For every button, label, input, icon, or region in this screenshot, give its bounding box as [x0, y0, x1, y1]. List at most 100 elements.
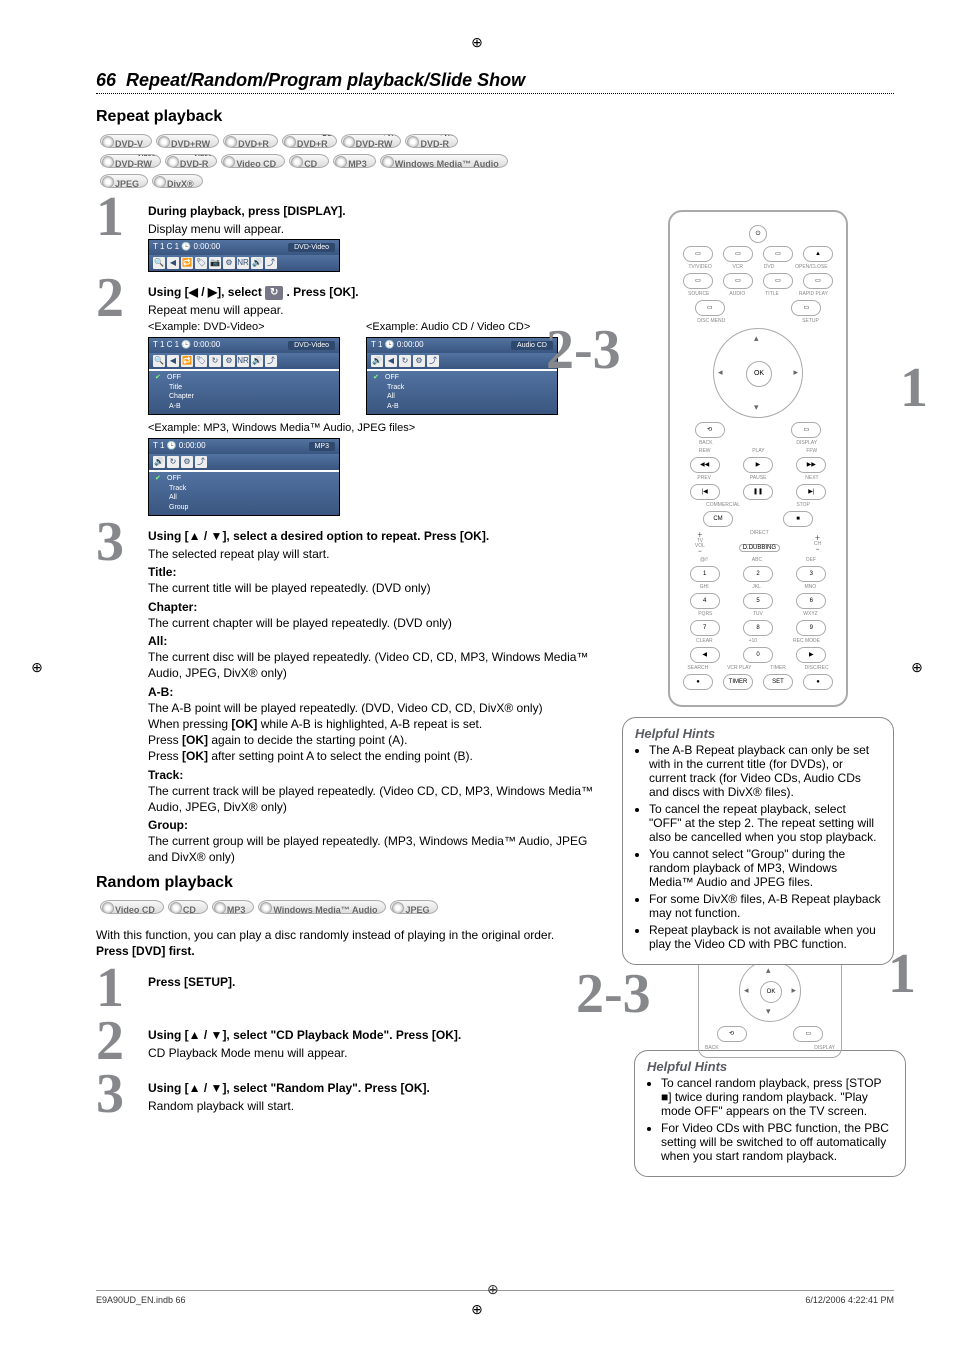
osd-menu-item: Title	[169, 383, 335, 393]
repeat-icon: ↻	[265, 286, 283, 300]
page-title: 66 Repeat/Random/Program playback/Slide …	[96, 70, 894, 91]
hint-item: Repeat playback is not available when yo…	[649, 923, 881, 951]
step-1-sub: Display menu will appear.	[148, 221, 606, 237]
num-button[interactable]: 4	[690, 593, 720, 609]
osd-menu-item: ✔OFF	[387, 373, 553, 383]
hint-item: For some DivX® files, A-B Repeat playbac…	[649, 892, 881, 920]
random-step-3-lead: Using [▲ / ▼], select "Random Play". Pre…	[148, 1080, 616, 1096]
page-footer: E9A90UD_EN.indb 66 ⊕ 6/12/2006 4:22:41 P…	[96, 1290, 894, 1305]
helpful-hints-2: Helpful Hints To cancel random playback,…	[634, 1050, 906, 1177]
osd-icon: ⚙	[223, 257, 235, 269]
step-1-number: 1	[96, 191, 144, 244]
osd-icon: 🔊	[251, 257, 263, 269]
format-badge: JPEG	[100, 174, 148, 188]
num-button[interactable]: 5	[743, 593, 773, 609]
page-number: 66	[96, 70, 116, 90]
step-2-sub: Repeat menu will appear.	[148, 302, 606, 318]
format-badge: DVD-R+VR	[405, 134, 458, 148]
num-button[interactable]: 2	[743, 566, 773, 582]
dpad-small[interactable]: ▴ ▾ ◂ ▸ OK	[739, 960, 801, 1022]
osd-menu-item: Track	[169, 484, 335, 494]
step-3-number: 3	[96, 516, 144, 569]
remote-diagram-large: ⏻ ▭▭▭▲ TV/VIDEO VCR DVD OPEN/CLOSE ▭▭▭▭ …	[668, 210, 848, 707]
format-badge: CD	[289, 154, 329, 168]
format-badge: Windows Media™ Audio	[258, 900, 386, 914]
format-badge: Video CD	[100, 900, 164, 914]
page-heading-text: Repeat/Random/Program playback/Slide Sho…	[126, 70, 525, 90]
osd-icon: ⤴	[265, 257, 277, 269]
hint-item: For Video CDs with PBC function, the PBC…	[661, 1121, 893, 1163]
num-button[interactable]: 3	[796, 566, 826, 582]
step-3-sub: The selected repeat play will start.	[148, 546, 606, 562]
press-dvd-first: Press [DVD] first.	[96, 944, 616, 958]
footer-left: E9A90UD_EN.indb 66	[96, 1295, 186, 1305]
hint-item: The A-B Repeat playback can only be set …	[649, 743, 881, 799]
format-badge: Video CD	[221, 154, 285, 168]
format-badge: DVD-RWVideo	[100, 154, 161, 168]
format-badge: DVD-RW+VR	[341, 134, 402, 148]
osd-caption-files: <Example: MP3, Windows Media™ Audio, JPE…	[148, 421, 606, 436]
ok-button[interactable]: OK	[746, 361, 772, 387]
osd-icon: 🏷	[195, 257, 207, 269]
format-badge: DVD+RW	[156, 134, 219, 148]
dpad-large[interactable]: ▴ ▾ ◂ ▸ OK	[713, 328, 803, 418]
osd-dvd-simple-status: T 1 C 1 🕒 0:00:00	[153, 242, 220, 253]
random-step-2-lead: Using [▲ / ▼], select "CD Playback Mode"…	[148, 1027, 616, 1043]
osd-icon: 📷	[209, 257, 221, 269]
random-step-2-number: 2	[96, 1015, 144, 1068]
footer-reg-mark: ⊕	[487, 1281, 499, 1298]
helpful-hints-1: Helpful Hints The A-B Repeat playback ca…	[622, 717, 894, 965]
osd-icon: ◀	[167, 257, 179, 269]
osd-caption-cd: <Example: Audio CD / Video CD>	[366, 320, 558, 335]
osd-icon: 🔍	[153, 257, 165, 269]
hint-item: You cannot select "Group" during the ran…	[649, 847, 881, 889]
osd-icon: NR	[237, 257, 249, 269]
format-badge: DVD-V	[100, 134, 152, 148]
osd-menu-item: ✔OFF	[169, 474, 335, 484]
step-1-lead: During playback, press [DISPLAY].	[148, 203, 606, 219]
callout-2-3-top: 2-3	[546, 318, 621, 382]
osd-caption-dvd: <Example: DVD-Video>	[148, 320, 340, 335]
osd-cd-menu: T 1 🕒 0:00:00 Audio CD 🔊◀↻⚙⤴ ✔OFFTrackAl…	[366, 337, 558, 415]
hint-item: To cancel the repeat playback, select "O…	[649, 802, 881, 844]
random-step-1: Press [SETUP].	[148, 974, 616, 990]
osd-menu-item: A-B	[169, 402, 335, 412]
num-button[interactable]: 9	[796, 620, 826, 636]
osd-menu-item: Group	[169, 503, 335, 513]
format-badge: DVD+RDL	[282, 134, 337, 148]
badge-row-1: DVD-V DVD+RW DVD+R DVD+RDL DVD-RW+VRDVD-R+VR	[100, 132, 606, 150]
osd-icon: 🔁	[181, 257, 193, 269]
osd-menu-item: Chapter	[169, 392, 335, 402]
step-2-lead: Using [◀ / ▶], select ↻ . Press [OK].	[148, 284, 606, 300]
helpful-hints-2-title: Helpful Hints	[647, 1059, 893, 1074]
format-badge: DivX®	[152, 174, 203, 188]
num-button[interactable]: 6	[796, 593, 826, 609]
step-2-number: 2	[96, 272, 144, 325]
num-button[interactable]: 1	[690, 566, 720, 582]
callout-1-top: 1	[900, 356, 928, 420]
format-badge: JPEG	[390, 900, 438, 914]
power-button[interactable]: ⏻	[749, 225, 767, 243]
footer-right: 6/12/2006 4:22:41 PM	[805, 1295, 894, 1305]
section-random-playback: Random playback	[96, 874, 606, 892]
step-3-lead: Using [▲ / ▼], select a desired option t…	[148, 528, 606, 544]
random-step-1-number: 1	[96, 962, 144, 1015]
hint-item: To cancel random playback, press [STOP ■…	[661, 1076, 893, 1118]
format-badge: MP3	[212, 900, 255, 914]
callout-2-3-bottom: 2-3	[576, 962, 651, 1026]
osd-dvd-simple-tag: DVD-Video	[288, 243, 335, 252]
format-badge: DVD+R	[223, 134, 278, 148]
helpful-hints-1-title: Helpful Hints	[635, 726, 881, 741]
osd-mp3-menu: T 1 🕒 0:00:00 MP3 🔊↻⚙⤴ ✔OFFTrackAllGroup	[148, 438, 340, 516]
badge-row-random: Video CD CD MP3Windows Media™ Audio JPEG	[100, 898, 606, 916]
num-button[interactable]: 7	[690, 620, 720, 636]
title-divider	[96, 93, 894, 94]
format-badge: DVD-RVideo	[165, 154, 218, 168]
num-button[interactable]: 8	[743, 620, 773, 636]
osd-dvd-menu: T 1 C 1 🕒 0:00:00 DVD-Video 🔍◀🔁🏷↻⚙NR🔊⤴ ✔…	[148, 337, 340, 415]
random-step-3-number: 3	[96, 1068, 144, 1121]
format-badge: CD	[168, 900, 208, 914]
section-repeat-playback: Repeat playback	[96, 108, 606, 126]
random-intro: With this function, you can play a disc …	[96, 928, 616, 942]
osd-menu-item: ✔OFF	[169, 373, 335, 383]
